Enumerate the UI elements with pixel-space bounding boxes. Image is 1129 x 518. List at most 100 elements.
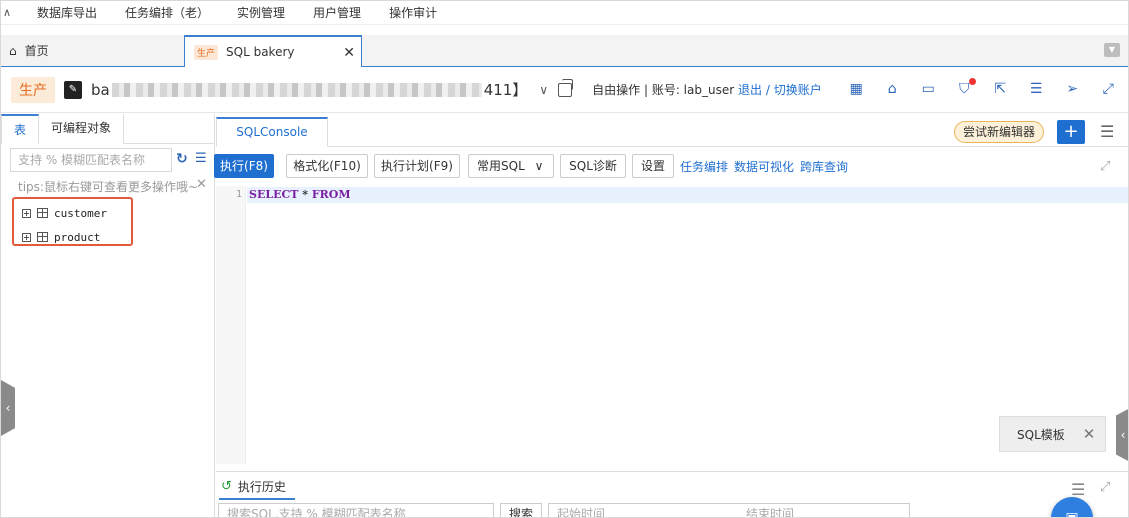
list-icon[interactable]: ☰ [195, 151, 207, 166]
editor-toolbar: 执行(F8) 格式化(F10) 执行计划(F9) 常用SQL ∨ SQL诊断 设… [214, 154, 1128, 180]
history-title: 执行历史 [237, 480, 286, 494]
table-name: product [54, 230, 101, 244]
link-separator: / [762, 83, 774, 97]
sql-editor-area: SQLConsole 尝试新编辑器 + ☰ 执行(F8) 格式化(F10) 执行… [214, 114, 1128, 517]
sql-diagnosis-button[interactable]: SQL诊断 [560, 154, 626, 178]
table-grid-icon[interactable]: ▦ [848, 81, 865, 98]
header-toolbar: ▦ ⌂ ▭ ⛉ ⇱ ☰ ➢ ⤢ [848, 78, 1117, 98]
common-sql-dropdown[interactable]: 常用SQL ∨ [468, 154, 554, 178]
redacted-database-name [111, 82, 482, 97]
switch-account-link[interactable]: 切换账户 [774, 83, 822, 97]
external-link-icon[interactable]: ⇱ [992, 81, 1009, 98]
tips-text: tips:鼠标右键可查看更多操作哦~ [18, 180, 199, 194]
tab-home-label: 首页 [24, 44, 49, 58]
tab-home[interactable]: ⌂ 首页 [1, 35, 181, 66]
keyword-select: SELECT [249, 188, 299, 201]
menu-item-instance-management[interactable]: 实例管理 [237, 4, 285, 21]
home-icon: ⌂ [9, 43, 17, 58]
history-filter-row: 搜索SQL,支持 % 模糊匹配表名称 搜索 起始时间 结束时间 [216, 503, 1128, 517]
menu-item-task-orchestration-old[interactable]: 任务编排（老） [125, 4, 209, 21]
expand-icon[interactable]: ⤢ [1100, 480, 1110, 495]
top-menu: ∧ 数据库导出 任务编排（老） 实例管理 用户管理 操作审计 [1, 1, 1128, 25]
database-name-prefix: ba [91, 80, 110, 99]
tab-sqlconsole[interactable]: SQLConsole [216, 117, 328, 147]
document-list-icon[interactable]: ☰ [1028, 81, 1045, 98]
chevron-down-icon[interactable]: ∨ [539, 83, 548, 97]
table-icon [37, 208, 48, 218]
line-number: 1 [235, 189, 242, 200]
data-visualization-link[interactable]: 数据可视化 [734, 158, 794, 175]
explain-plan-button[interactable]: 执行计划(F9) [374, 154, 460, 178]
history-tab-underline [219, 498, 295, 500]
refresh-icon[interactable]: ↻ [176, 151, 188, 167]
table-name: customer [54, 206, 107, 220]
database-header: 生产 ✎ ba 411】 ∨ 自由操作 | 账号: lab_user 退出 / … [1, 67, 1128, 113]
add-console-button[interactable]: + [1057, 120, 1085, 144]
send-icon[interactable]: ➢ [1064, 81, 1081, 98]
run-button[interactable]: 执行(F8) [214, 154, 274, 178]
line-gutter: 1 [216, 186, 246, 464]
menu-icon[interactable]: ☰ [1100, 122, 1114, 141]
history-icon: ↺ [221, 479, 232, 494]
object-panel: 表 可编程对象 支持 % 模糊匹配表名称 ↻ ☰ tips:鼠标右键可查看更多操… [1, 114, 215, 517]
expand-right-panel-icon[interactable]: ‹ [1116, 408, 1128, 462]
copy-icon[interactable] [558, 78, 574, 97]
table-search-input[interactable]: 支持 % 模糊匹配表名称 [10, 148, 172, 172]
close-icon[interactable]: ✕ [343, 45, 355, 61]
end-time-input[interactable]: 结束时间 [736, 503, 910, 517]
tab-sql-bakery[interactable]: 生产 SQL bakery ✕ [184, 35, 362, 67]
menu-item-db-export[interactable]: 数据库导出 [37, 4, 97, 21]
object-panel-tabs: 表 可编程对象 [1, 114, 214, 144]
expand-icon[interactable] [22, 208, 31, 218]
keyword-from: FROM [311, 188, 351, 201]
tabs-dropdown-icon[interactable]: ▼ [1104, 43, 1120, 57]
try-new-editor-button[interactable]: 尝试新编辑器 [954, 121, 1045, 143]
logout-link[interactable]: 退出 [738, 83, 762, 97]
menu-icon[interactable]: ☰ [1071, 480, 1085, 499]
mode-label: 自由操作 | 账号: lab_user [592, 83, 735, 97]
format-button[interactable]: 格式化(F10) [286, 154, 368, 178]
tab-programmable-objects[interactable]: 可编程对象 [39, 114, 125, 144]
shield-check-icon[interactable]: ⛉ [956, 78, 976, 98]
workspace-tabs: ⌂ 首页 生产 SQL bakery ✕ ▼ [1, 35, 1128, 67]
env-badge: 生产 [11, 76, 55, 103]
database-name-suffix: 411】 [483, 81, 528, 99]
tab-title: SQL bakery [226, 45, 295, 59]
settings-button[interactable]: 设置 [632, 154, 674, 178]
close-icon[interactable]: ✕ [196, 177, 207, 192]
code-editor[interactable]: 1 SELECT * FROM SQL模板 ✕ ‹ ▣ [216, 186, 1128, 517]
expand-icon[interactable] [22, 232, 31, 242]
monitor-chart-icon[interactable]: ▭ [920, 81, 937, 98]
sql-template-label: SQL模板 [1017, 427, 1065, 442]
menu-item-user-management[interactable]: 用户管理 [313, 4, 361, 21]
tab-tables[interactable]: 表 [1, 114, 40, 144]
common-sql-label: 常用SQL [477, 159, 525, 173]
app-window: ∧ 数据库导出 任务编排（老） 实例管理 用户管理 操作审计 ⌂ 首页 生产 S… [0, 0, 1129, 518]
code-line: SELECT * FROM [249, 188, 351, 201]
tree-item-product[interactable]: product [22, 228, 100, 246]
active-line-highlight [247, 187, 1128, 203]
fullscreen-icon[interactable]: ⤢ [1100, 81, 1117, 98]
close-icon[interactable]: ✕ [1083, 425, 1096, 443]
operator-star: * [298, 188, 312, 201]
editor-tabs: SQLConsole 尝试新编辑器 + ☰ [216, 114, 1128, 147]
chevron-down-icon: ∨ [534, 159, 544, 173]
table-tree-highlight: customer product [12, 197, 133, 246]
account-info: 自由操作 | 账号: lab_user 退出 / 切换账户 [592, 81, 822, 98]
collapse-left-panel-icon[interactable]: ‹ [1, 380, 15, 436]
execution-history: ↺ 执行历史 ☰ ⤢ 搜索SQL,支持 % 模糊匹配表名称 搜索 起始时间 结束… [216, 471, 1128, 517]
presentation-chart-icon[interactable]: ⌂ [884, 81, 901, 98]
table-icon [37, 232, 48, 242]
task-orchestration-link[interactable]: 任务编排 [680, 158, 728, 175]
expand-icon[interactable]: ⤢ [1100, 159, 1110, 174]
menu-item-operation-audit[interactable]: 操作审计 [389, 4, 437, 21]
tab-execution-history[interactable]: ↺ 执行历史 [221, 478, 286, 495]
tree-item-customer[interactable]: customer [22, 204, 107, 222]
sql-template-panel[interactable]: SQL模板 ✕ [999, 416, 1106, 452]
mysql-logo-icon: ✎ [64, 80, 82, 99]
history-search-input[interactable]: 搜索SQL,支持 % 模糊匹配表名称 [218, 503, 494, 517]
history-search-button[interactable]: 搜索 [500, 503, 542, 517]
cross-db-query-link[interactable]: 跨库查询 [800, 158, 848, 175]
env-badge-small: 生产 [194, 44, 219, 60]
menu-scroll-left-icon[interactable]: ∧ [3, 6, 11, 19]
